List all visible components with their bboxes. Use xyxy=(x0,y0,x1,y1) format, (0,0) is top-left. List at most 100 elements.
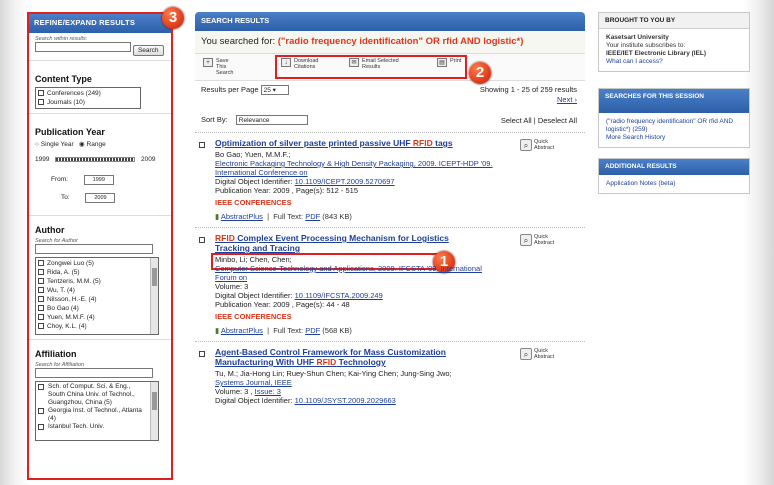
year-slider[interactable] xyxy=(55,157,135,162)
next-link[interactable]: Next › xyxy=(557,95,577,104)
author-item[interactable]: Tentzeris, M.M. (5) xyxy=(38,277,156,286)
result-source[interactable]: Computer Science-Technology and Applicat… xyxy=(215,264,495,282)
abstractplus-link[interactable]: AbstractPlus xyxy=(221,212,263,221)
single-year-radio[interactable]: ○ Single Year xyxy=(35,141,74,148)
result-title[interactable]: Optimization of silver paste printed pas… xyxy=(215,138,485,148)
result-source[interactable]: Electronic Packaging Technology & High D… xyxy=(215,159,495,177)
filter-conferences[interactable]: Conferences (249) xyxy=(38,89,138,98)
affiliation-section: Affiliation Search for Affiliation Sch. … xyxy=(29,340,171,445)
additional-results-box: ADDITIONAL RESULTS Application Notes (be… xyxy=(598,158,750,194)
range-radio[interactable]: ◉ Range xyxy=(79,141,106,148)
session-searches-box: SEARCHES FOR THIS SESSION ("radio freque… xyxy=(598,88,750,148)
result-authors: Bo Gao; Yuen, M.M.F.; xyxy=(215,150,291,159)
search-query-summary: You searched for: ("radio frequency iden… xyxy=(195,31,585,53)
quick-abstract-button[interactable]: ⌕ Quick Abstract xyxy=(520,348,562,360)
author-item[interactable]: Nilsson, H.-E. (4) xyxy=(38,295,156,304)
result-item: RFID Complex Event Processing Mechanism … xyxy=(195,228,585,342)
author-list: Zongwei Luo (5) Rida, A. (5) Tentzeris, … xyxy=(35,257,159,335)
checkbox[interactable] xyxy=(38,99,44,106)
result-volume: Volume: 3 , xyxy=(215,387,253,396)
brought-title: BROUGHT TO YOU BY xyxy=(599,13,749,29)
author-scrollbar[interactable] xyxy=(150,258,158,334)
session-search-link[interactable]: ("radio frequency identification" OR rfi… xyxy=(606,118,742,134)
year-end-label: 2009 xyxy=(141,156,156,163)
author-item[interactable]: Zongwei Luo (5) xyxy=(38,259,156,268)
affiliation-search-input[interactable] xyxy=(35,368,153,378)
session-searches-title: SEARCHES FOR THIS SESSION xyxy=(599,89,749,113)
magnifier-icon: ⌕ xyxy=(520,139,532,151)
select-all-link[interactable]: Select All xyxy=(501,116,532,125)
deselect-all-link[interactable]: Deselect All xyxy=(538,116,577,125)
save-icon: + xyxy=(203,58,213,67)
checkbox[interactable] xyxy=(38,90,44,97)
save-search-button[interactable]: + Save This Search xyxy=(203,58,240,76)
affiliation-item[interactable]: Sch. of Comput. Sci. & Eng., South China… xyxy=(38,383,156,407)
content-type-section: Content Type Conferences (249) Journals … xyxy=(29,61,171,114)
filter-journals[interactable]: Journals (10) xyxy=(38,98,138,107)
result-meta: Publication Year: 2009 , Page(s): 44 - 4… xyxy=(215,300,350,309)
what-can-i-access-link[interactable]: What can I access? xyxy=(606,58,742,66)
author-search-input[interactable] xyxy=(35,244,153,254)
from-year-input[interactable]: 1999 xyxy=(83,175,114,185)
result-authors: Tu, M.; Jia-Hong Lin; Ruey-Shun Chen; Ka… xyxy=(215,369,452,378)
result-title[interactable]: Agent-Based Control Framework for Mass C… xyxy=(215,347,475,367)
magnifier-icon: ⌕ xyxy=(520,234,532,246)
callout-badge-3: 3 xyxy=(162,7,184,29)
results-header: SEARCH RESULTS xyxy=(195,12,585,31)
author-item[interactable]: Yuen, M.M.F. (4) xyxy=(38,313,156,322)
more-search-history-link[interactable]: More Search History xyxy=(606,134,742,142)
application-notes-link[interactable]: Application Notes (beta) xyxy=(606,180,742,188)
subscription-line: Your institute subscribes to: xyxy=(606,42,686,49)
doi-link[interactable]: 10.1109/JSYST.2009.2029663 xyxy=(295,396,396,405)
publication-year-title: Publication Year xyxy=(35,127,105,137)
result-type: IEEE CONFERENCES xyxy=(215,198,292,207)
doi-link[interactable]: 10.1109/IFCSTA.2009.249 xyxy=(295,291,383,300)
to-label: To: xyxy=(61,194,70,201)
author-item[interactable]: Choy, K.L. (4) xyxy=(38,322,156,331)
result-authors: Minbo, Li; Chen, Chen; xyxy=(215,255,292,264)
search-button[interactable]: Search xyxy=(132,45,164,56)
sort-label: Sort By: xyxy=(201,115,228,124)
from-label: From: xyxy=(51,176,68,183)
content-type-title: Content Type xyxy=(35,74,92,84)
result-title[interactable]: RFID Complex Event Processing Mechanism … xyxy=(215,233,485,253)
sort-bar: Sort By: Relevance Select All | Deselect… xyxy=(195,111,585,133)
affiliation-item[interactable]: Istanbul Tech. Univ. xyxy=(38,423,156,431)
result-volume: Volume: 3 xyxy=(215,282,249,291)
institution-name: Kasetsart University xyxy=(606,34,669,41)
doi-link[interactable]: 10.1109/ICEPT.2009.5270697 xyxy=(295,177,395,186)
result-checkbox[interactable] xyxy=(199,351,205,357)
sort-select[interactable]: Relevance xyxy=(235,115,308,126)
affiliation-item[interactable]: Georgia Inst. of Technol., Atlanta (4) xyxy=(38,407,156,423)
results-panel: SEARCH RESULTS You searched for: ("radio… xyxy=(195,12,585,485)
refine-panel: REFINE/EXPAND RESULTS Search within resu… xyxy=(27,12,173,480)
pdf-link[interactable]: PDF xyxy=(305,326,320,335)
pdf-link[interactable]: PDF xyxy=(305,212,320,221)
issue-link[interactable]: Issue: 3 xyxy=(255,387,281,396)
page: REFINE/EXPAND RESULTS Search within resu… xyxy=(0,0,774,485)
magnifier-icon: ⌕ xyxy=(520,348,532,360)
result-checkbox[interactable] xyxy=(199,237,205,243)
result-checkbox[interactable] xyxy=(199,142,205,148)
author-item[interactable]: Rida, A. (5) xyxy=(38,268,156,277)
result-item: Agent-Based Control Framework for Mass C… xyxy=(195,342,585,411)
quick-abstract-button[interactable]: ⌕ Quick Abstract xyxy=(520,234,562,246)
search-within-input[interactable] xyxy=(35,42,131,52)
author-section: Author Search for Author Zongwei Luo (5)… xyxy=(29,216,171,340)
affiliation-scrollbar[interactable] xyxy=(150,382,158,440)
search-within-section: Search within results: Search xyxy=(29,33,171,61)
result-links: ▮ AbstractPlus | Full Text: PDF (843 KB) xyxy=(215,212,352,221)
author-item[interactable]: Wu, T. (4) xyxy=(38,286,156,295)
author-item[interactable]: Bo Gao (4) xyxy=(38,304,156,313)
per-page-select[interactable]: 25 ▾ xyxy=(260,85,289,96)
result-source[interactable]: Systems Journal, IEEE xyxy=(215,378,585,387)
to-year-input[interactable]: 2009 xyxy=(85,193,116,203)
affiliation-list: Sch. of Comput. Sci. & Eng., South China… xyxy=(35,381,159,441)
quick-abstract-button[interactable]: ⌕ Quick Abstract xyxy=(520,139,562,151)
results-controls: Results per Page 25 ▾ Showing 1 - 25 of … xyxy=(195,81,585,111)
action-bar: + Save This Search ↓ Download Citations ✉ E… xyxy=(195,53,585,81)
affiliation-title: Affiliation xyxy=(35,349,77,359)
abstractplus-link[interactable]: AbstractPlus xyxy=(221,326,263,335)
publication-year-section: Publication Year ○ Single Year ◉ Range 1… xyxy=(29,114,171,216)
refine-header: REFINE/EXPAND RESULTS xyxy=(29,14,171,33)
